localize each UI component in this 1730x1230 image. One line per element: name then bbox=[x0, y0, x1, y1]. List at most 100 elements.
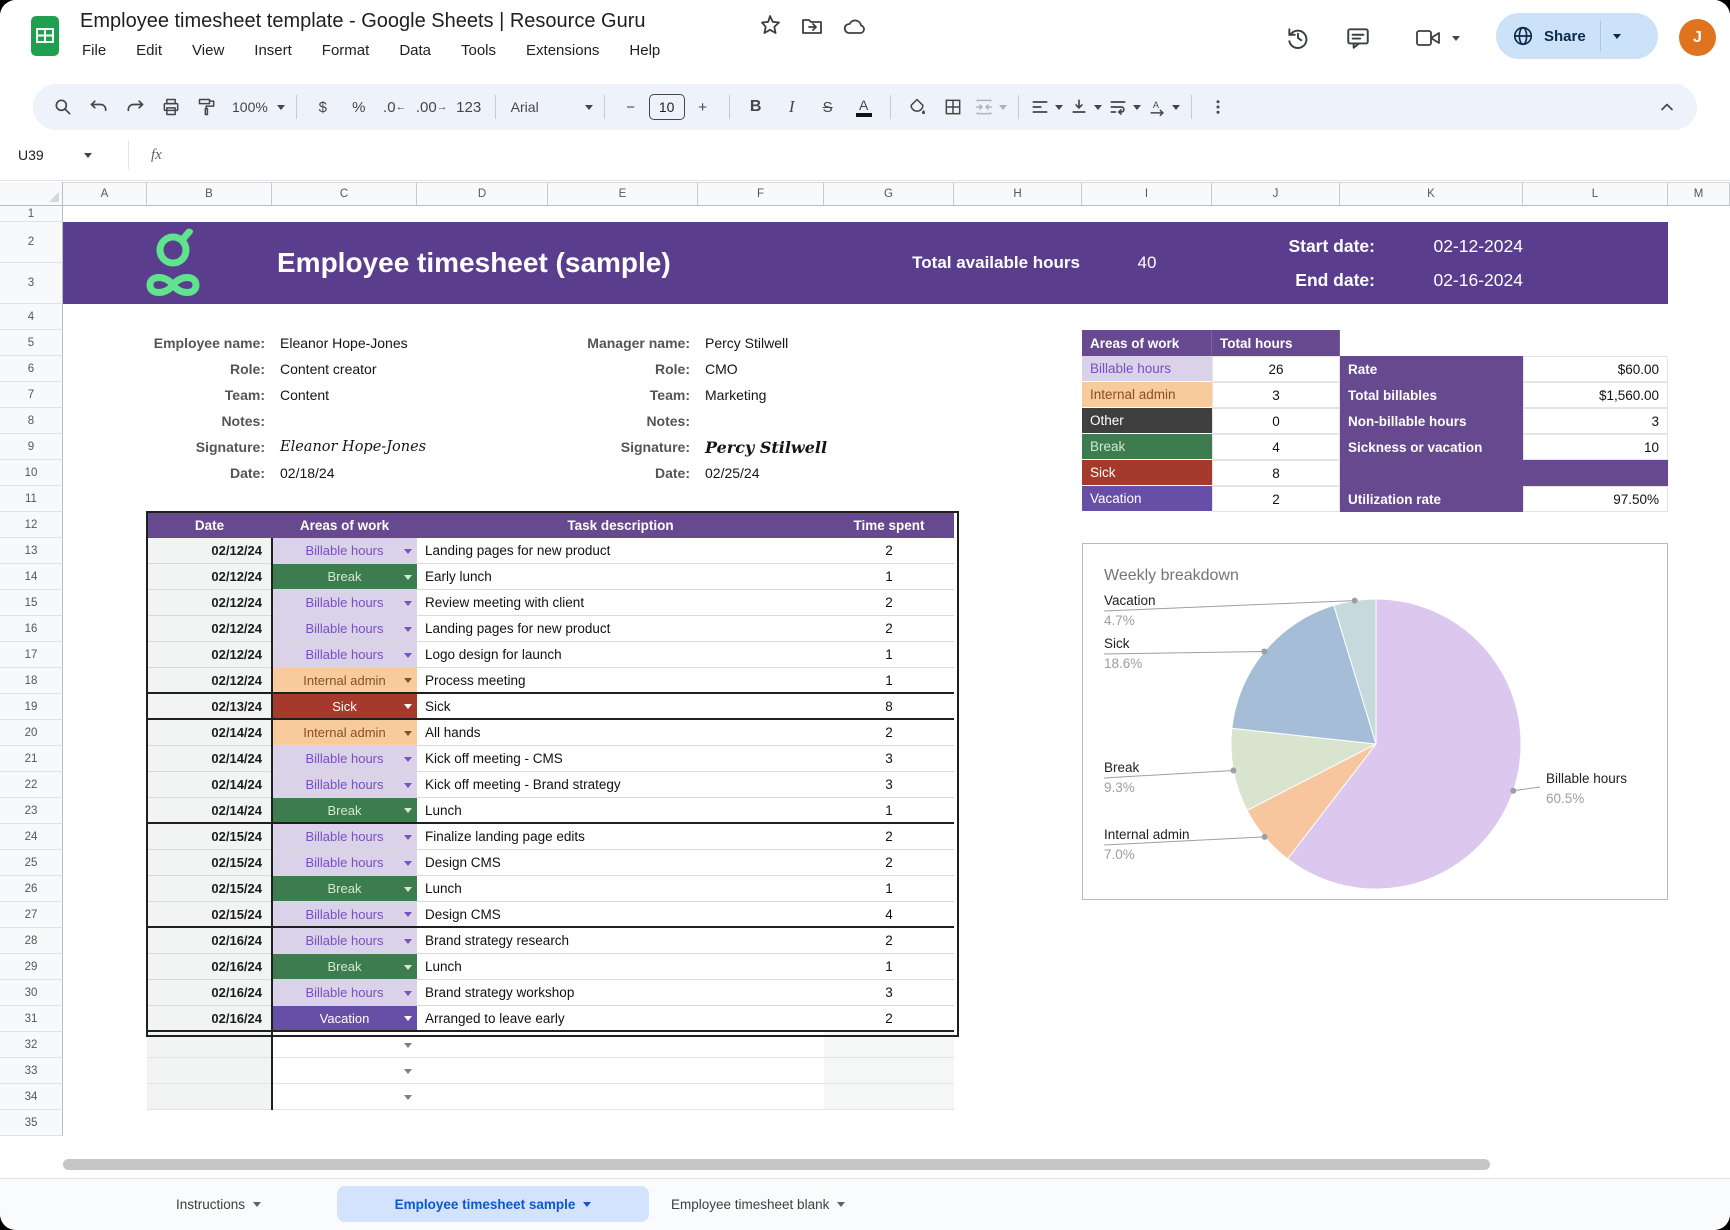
cell-area-chip[interactable]: Billable hours bbox=[272, 850, 417, 876]
horizontal-align-icon[interactable] bbox=[1030, 92, 1063, 122]
row-header-12[interactable]: 12 bbox=[0, 512, 63, 538]
tab-dropdown-icon[interactable] bbox=[837, 1202, 845, 1207]
row-header-19[interactable]: 19 bbox=[0, 694, 63, 720]
column-header-F[interactable]: F bbox=[698, 182, 824, 206]
increase-decimals-button[interactable]: .00→ bbox=[416, 92, 448, 122]
manager-value-5[interactable]: 02/25/24 bbox=[705, 460, 965, 486]
row-header-29[interactable]: 29 bbox=[0, 954, 63, 980]
font-size-input[interactable]: 10 bbox=[649, 94, 685, 120]
cell-task[interactable]: Review meeting with client bbox=[417, 590, 824, 616]
column-header-B[interactable]: B bbox=[147, 182, 272, 206]
chip-dropdown-icon[interactable] bbox=[404, 912, 412, 917]
cell-date[interactable]: 02/15/24 bbox=[147, 824, 272, 850]
row-header-9[interactable]: 9 bbox=[0, 434, 63, 460]
cell-date[interactable]: 02/15/24 bbox=[147, 876, 272, 902]
merge-cells-icon[interactable] bbox=[974, 92, 1007, 122]
sheet-banner[interactable]: Employee timesheet (sample) Total availa… bbox=[63, 222, 1668, 304]
column-header-L[interactable]: L bbox=[1523, 182, 1668, 206]
vertical-align-icon[interactable] bbox=[1069, 92, 1102, 122]
row-header-11[interactable]: 11 bbox=[0, 486, 63, 512]
menu-tools[interactable]: Tools bbox=[461, 42, 496, 59]
cell-date[interactable]: 02/12/24 bbox=[147, 668, 272, 694]
column-header-G[interactable]: G bbox=[824, 182, 954, 206]
row-header-22[interactable]: 22 bbox=[0, 772, 63, 798]
cell-time[interactable]: 2 bbox=[824, 1006, 954, 1032]
name-box[interactable]: U39 bbox=[0, 147, 114, 163]
chip-dropdown-icon[interactable] bbox=[404, 549, 412, 554]
manager-value-0[interactable]: Percy Stilwell bbox=[705, 330, 965, 356]
cell-area-chip[interactable]: Sick bbox=[272, 694, 417, 720]
chip-dropdown-icon[interactable] bbox=[404, 678, 412, 683]
summary-metric-value-0[interactable]: $60.00 bbox=[1523, 356, 1668, 382]
cell-task[interactable]: Early lunch bbox=[417, 564, 824, 590]
row-header-28[interactable]: 28 bbox=[0, 928, 63, 954]
cell-area-chip[interactable]: Break bbox=[272, 798, 417, 824]
row-header-25[interactable]: 25 bbox=[0, 850, 63, 876]
chip-dropdown-icon[interactable] bbox=[404, 1095, 412, 1100]
cell-date[interactable]: 02/12/24 bbox=[147, 564, 272, 590]
bold-button[interactable]: B bbox=[741, 92, 771, 122]
cell-date[interactable]: 02/16/24 bbox=[147, 928, 272, 954]
row-header-4[interactable]: 4 bbox=[0, 304, 63, 330]
cell-date[interactable]: 02/16/24 bbox=[147, 954, 272, 980]
cell-time[interactable]: 1 bbox=[824, 798, 954, 824]
cell-date-empty[interactable] bbox=[147, 1032, 272, 1058]
chip-dropdown-icon[interactable] bbox=[404, 887, 412, 892]
chip-dropdown-icon[interactable] bbox=[404, 808, 412, 813]
cell-date[interactable]: 02/12/24 bbox=[147, 538, 272, 564]
account-avatar[interactable]: J bbox=[1679, 19, 1716, 56]
cell-date[interactable]: 02/16/24 bbox=[147, 1006, 272, 1032]
column-header-C[interactable]: C bbox=[272, 182, 417, 206]
menu-format[interactable]: Format bbox=[322, 42, 370, 59]
cell-time[interactable]: 2 bbox=[824, 590, 954, 616]
cell-time-empty[interactable] bbox=[824, 1084, 954, 1110]
format-percent-button[interactable]: % bbox=[344, 92, 374, 122]
employee-value-3[interactable] bbox=[280, 408, 540, 434]
undo-icon[interactable] bbox=[84, 92, 114, 122]
row-header-8[interactable]: 8 bbox=[0, 408, 63, 434]
row-header-32[interactable]: 32 bbox=[0, 1032, 63, 1058]
search-icon[interactable] bbox=[48, 92, 78, 122]
borders-icon[interactable] bbox=[938, 92, 968, 122]
cell-area-empty[interactable] bbox=[272, 1058, 417, 1084]
chip-dropdown-icon[interactable] bbox=[404, 601, 412, 606]
cell-area-chip[interactable]: Billable hours bbox=[272, 902, 417, 928]
row-header-23[interactable]: 23 bbox=[0, 798, 63, 824]
print-icon[interactable] bbox=[156, 92, 186, 122]
cell-area-chip[interactable]: Internal admin bbox=[272, 668, 417, 694]
cell-time[interactable]: 8 bbox=[824, 694, 954, 720]
row-header-34[interactable]: 34 bbox=[0, 1084, 63, 1110]
collapse-toolbar-icon[interactable] bbox=[1652, 92, 1682, 122]
employee-value-4[interactable]: Eleanor Hope-Jones bbox=[280, 434, 540, 460]
summary-hours-2[interactable]: 0 bbox=[1212, 408, 1340, 434]
sheet-tab-2[interactable]: Employee timesheet blank bbox=[655, 1186, 956, 1222]
row-header-14[interactable]: 14 bbox=[0, 564, 63, 590]
decrease-decimals-button[interactable]: .0← bbox=[380, 92, 410, 122]
cell-task-empty[interactable] bbox=[417, 1032, 824, 1058]
decrease-font-size-button[interactable]: − bbox=[616, 92, 646, 122]
cell-date-empty[interactable] bbox=[147, 1084, 272, 1110]
cell-area-chip[interactable]: Break bbox=[272, 564, 417, 590]
column-header-D[interactable]: D bbox=[417, 182, 548, 206]
cell-area-chip[interactable]: Billable hours bbox=[272, 772, 417, 798]
fill-color-icon[interactable] bbox=[902, 92, 932, 122]
cell-task[interactable]: Design CMS bbox=[417, 902, 824, 928]
cell-date[interactable]: 02/15/24 bbox=[147, 850, 272, 876]
cell-date-empty[interactable] bbox=[147, 1058, 272, 1084]
cell-task[interactable]: Finalize landing page edits bbox=[417, 824, 824, 850]
cell-task[interactable]: Sick bbox=[417, 694, 824, 720]
select-all-corner[interactable] bbox=[0, 182, 63, 206]
cell-task-empty[interactable] bbox=[417, 1084, 824, 1110]
chip-dropdown-icon[interactable] bbox=[404, 627, 412, 632]
menu-help[interactable]: Help bbox=[629, 42, 660, 59]
cell-time[interactable]: 2 bbox=[824, 850, 954, 876]
cell-area-chip[interactable]: Billable hours bbox=[272, 616, 417, 642]
cell-task[interactable]: Brand strategy workshop bbox=[417, 980, 824, 1006]
chip-dropdown-icon[interactable] bbox=[404, 1016, 412, 1021]
more-options-icon[interactable] bbox=[1203, 92, 1233, 122]
version-history-icon[interactable] bbox=[1285, 25, 1311, 51]
menu-view[interactable]: View bbox=[192, 42, 224, 59]
cell-area-chip[interactable]: Billable hours bbox=[272, 590, 417, 616]
increase-font-size-button[interactable]: + bbox=[688, 92, 718, 122]
summary-hours-5[interactable]: 2 bbox=[1212, 486, 1340, 512]
